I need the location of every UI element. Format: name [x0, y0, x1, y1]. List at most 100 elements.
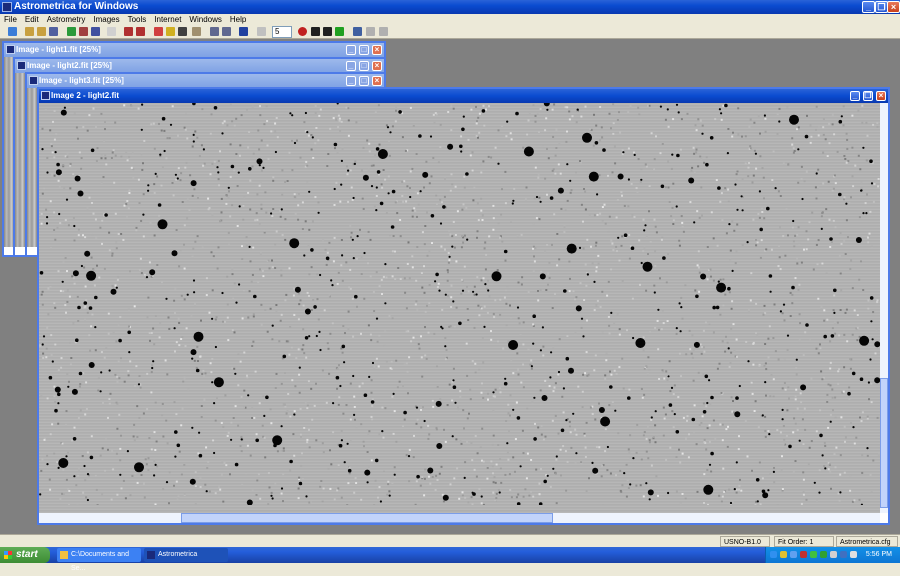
star — [272, 497, 274, 499]
star — [46, 222, 48, 224]
report-icon[interactable] — [178, 27, 187, 36]
minimize-icon[interactable]: _ — [862, 1, 875, 13]
fit-order-status: Fit Order: 1 — [774, 536, 834, 547]
active-image-window[interactable]: Image 2 - light2.fit _❐× — [37, 87, 890, 525]
vertical-scroll-thumb[interactable] — [880, 378, 888, 508]
menu-edit[interactable]: Edit — [21, 14, 43, 25]
volume-icon[interactable] — [850, 551, 857, 558]
star — [249, 246, 251, 248]
star — [289, 460, 293, 464]
menu-internet[interactable]: Internet — [150, 14, 185, 25]
star — [558, 371, 560, 373]
menu-astrometry[interactable]: Astrometry — [43, 14, 90, 25]
minimize-icon[interactable]: _ — [346, 61, 356, 71]
data-reduction-icon[interactable] — [124, 27, 133, 36]
vertical-scrollbar[interactable] — [880, 103, 888, 513]
display-icon[interactable] — [830, 551, 837, 558]
back-icon[interactable] — [8, 27, 17, 36]
disabled-icon[interactable] — [107, 27, 116, 36]
menu-file[interactable]: File — [0, 14, 21, 25]
table-icon[interactable] — [192, 27, 201, 36]
star — [549, 376, 551, 378]
task-explorer[interactable]: C:\Documents and Se... — [57, 548, 141, 562]
star — [213, 452, 215, 454]
window-title-bar[interactable]: Image - light3.fit [25%] _□× — [27, 74, 384, 88]
calibrate-icon[interactable] — [67, 27, 76, 36]
close-icon[interactable]: × — [372, 76, 382, 86]
window-title-bar[interactable]: Image - light1.fit [25%] _□× — [4, 43, 384, 57]
star — [542, 395, 548, 401]
grid-icon[interactable] — [257, 27, 266, 36]
image-preview[interactable] — [27, 88, 37, 247]
minimize-icon[interactable]: _ — [346, 76, 356, 86]
active-window-title-bar[interactable]: Image 2 - light2.fit _❐× — [39, 89, 888, 103]
horizontal-scroll-thumb[interactable] — [181, 513, 553, 523]
star — [434, 280, 436, 282]
horizontal-scrollbar[interactable] — [39, 513, 880, 523]
star — [308, 335, 310, 337]
star — [865, 212, 867, 214]
close-icon[interactable]: × — [372, 45, 382, 55]
clock[interactable]: 5:56 PM — [866, 547, 892, 563]
antivirus-icon[interactable] — [800, 551, 807, 558]
play-icon[interactable] — [335, 27, 344, 36]
close-icon[interactable]: × — [876, 91, 886, 101]
save-icon[interactable] — [49, 27, 58, 36]
start-button[interactable]: start — [0, 547, 50, 563]
frame-spinner[interactable]: 5 — [272, 26, 292, 38]
settings-icon[interactable] — [79, 27, 88, 36]
app-icon[interactable] — [2, 2, 12, 12]
close-icon[interactable]: × — [372, 61, 382, 71]
open-icon[interactable] — [25, 27, 34, 36]
menu-images[interactable]: Images — [89, 14, 123, 25]
star — [676, 327, 678, 329]
sync-icon[interactable] — [820, 551, 827, 558]
star — [716, 283, 726, 293]
maximize-icon[interactable]: □ — [359, 61, 369, 71]
shield-icon[interactable] — [810, 551, 817, 558]
task-astrometrica[interactable]: Astrometrica — [144, 548, 228, 562]
window-title-bar[interactable]: Image - light2.fit [25%] _□× — [15, 59, 384, 73]
light-bulb-icon[interactable] — [166, 27, 175, 36]
star — [319, 274, 321, 276]
blink-icon[interactable] — [91, 27, 100, 36]
star — [272, 325, 274, 327]
star — [484, 283, 486, 285]
moving-object-icon[interactable] — [154, 27, 163, 36]
known-objects-icon[interactable] — [136, 27, 145, 36]
disabled-tool-icon[interactable] — [366, 27, 375, 36]
inspect-icon[interactable] — [353, 27, 362, 36]
main-title-bar[interactable]: Astrometrica for Windows _ ❐ × — [0, 0, 900, 14]
security-icon[interactable] — [780, 551, 787, 558]
display-icon[interactable] — [239, 27, 248, 36]
search-icon[interactable] — [840, 551, 847, 558]
update-icon[interactable] — [790, 551, 797, 558]
menu-tools[interactable]: Tools — [124, 14, 151, 25]
zoom-out-icon[interactable] — [222, 27, 231, 36]
previous-icon[interactable] — [311, 27, 320, 36]
image-preview[interactable] — [15, 73, 25, 247]
maximize-icon[interactable]: □ — [359, 76, 369, 86]
minimize-icon[interactable]: _ — [850, 91, 860, 101]
restore-icon[interactable]: ❐ — [863, 91, 873, 101]
star — [430, 135, 432, 137]
close-icon[interactable]: × — [887, 1, 900, 13]
star — [728, 223, 730, 225]
next-icon[interactable] — [323, 27, 332, 36]
record-icon[interactable] — [298, 27, 307, 36]
maximize-icon[interactable]: □ — [359, 45, 369, 55]
star — [377, 170, 381, 174]
disabled-tool-2-icon[interactable] — [379, 27, 388, 36]
config-status: Astrometrica.cfg — [836, 536, 898, 547]
menu-help[interactable]: Help — [226, 14, 250, 25]
network-icon[interactable] — [770, 551, 777, 558]
star-field-image[interactable] — [39, 103, 880, 513]
open-folder-icon[interactable] — [37, 27, 46, 36]
minimize-icon[interactable]: _ — [346, 45, 356, 55]
star — [342, 345, 346, 349]
menu-windows[interactable]: Windows — [185, 14, 225, 25]
star — [46, 171, 48, 173]
star — [89, 306, 93, 310]
zoom-in-icon[interactable] — [210, 27, 219, 36]
star — [371, 185, 373, 187]
